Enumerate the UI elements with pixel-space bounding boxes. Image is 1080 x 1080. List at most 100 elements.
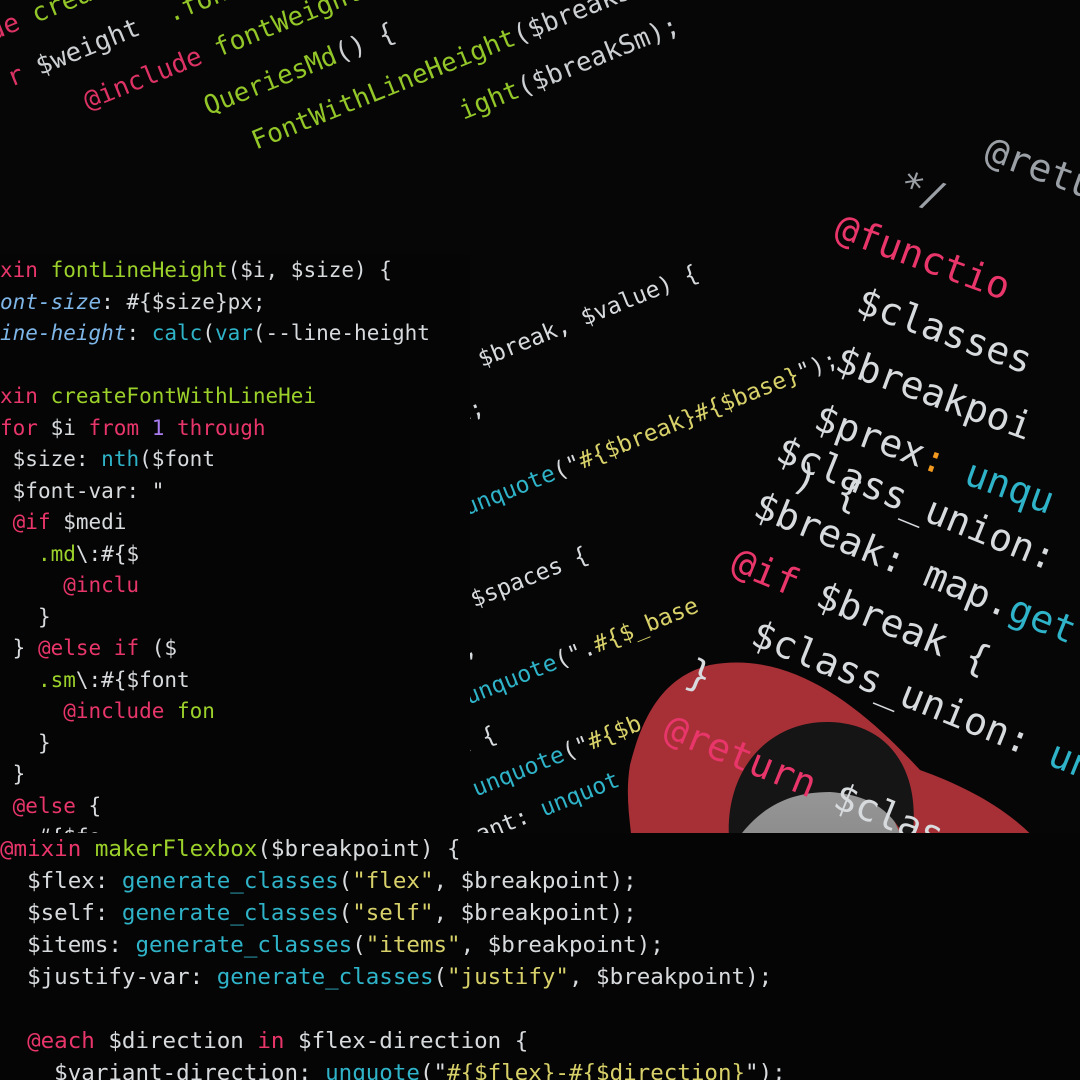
code-token: (: [433, 964, 448, 990]
code-token: nth: [101, 447, 140, 471]
code-token: @if: [12, 510, 64, 534]
code-token: from: [88, 415, 152, 440]
code-token: calc: [151, 321, 203, 345]
code-token: $flex-direction {: [298, 1028, 529, 1054]
code-line: @include fon: [0, 696, 470, 728]
code-token: (--line-height: [252, 321, 430, 345]
code-token: "justify": [447, 964, 569, 990]
code-token: "flex": [352, 868, 434, 894]
code-token: generate_classes: [121, 900, 339, 926]
code-line: @if $medi: [0, 507, 470, 539]
code-token: }: [37, 604, 51, 629]
code-token: fontLineHeight: [50, 258, 228, 282]
code-token: fon: [177, 699, 215, 723]
code-line: $font-var: ": [0, 476, 470, 508]
code-token: .sm: [37, 667, 76, 692]
code-token: for: [0, 415, 51, 440]
code-token: , $breakpoint);: [433, 868, 637, 894]
code-token: @include: [63, 699, 178, 723]
code-token: }: [12, 636, 38, 660]
code-line: }: [0, 759, 470, 791]
code-token: #{$size}px;: [126, 289, 266, 314]
code-token: $items:: [0, 932, 136, 958]
code-token: ($i, $size) {: [227, 258, 392, 282]
code-line: $variant-direction: unquote("#{$flex}-#{…: [0, 1057, 1080, 1080]
code-line: @else {: [0, 791, 470, 823]
code-token: (: [202, 321, 215, 345]
code-token: generate_classes: [216, 964, 434, 990]
code-line: xin fontLineHeight($i, $size) {: [0, 255, 470, 287]
code-token: $self:: [0, 900, 122, 926]
code-token: @each: [27, 1028, 109, 1054]
code-line: }: [0, 728, 470, 760]
code-token: generate_classes: [121, 868, 339, 894]
code-line: $flex: generate_classes("flex", $breakpo…: [0, 865, 1080, 897]
code-token: createFontWithLineHei: [50, 384, 317, 408]
code-token: , $breakpoint);: [460, 932, 664, 958]
code-token: $font-var: ": [12, 478, 165, 503]
code-line: $items: generate_classes("items", $break…: [0, 929, 1080, 961]
code-token: ight: [454, 75, 525, 127]
code-snippet-font-line-height: xin fontLineHeight($i, $size) {ont-size:…: [0, 255, 470, 835]
code-line: @mixin makerFlexbox($breakpoint) {: [0, 833, 1080, 865]
code-token: @else: [12, 793, 89, 818]
code-snippet-maker-flexbox: @mixin makerFlexbox($breakpoint) { $flex…: [0, 833, 1080, 1080]
code-token: }: [12, 762, 26, 786]
code-token: (: [352, 932, 366, 958]
code-token: 1: [151, 415, 178, 440]
code-token: xin: [0, 258, 51, 282]
code-token: @inclu: [63, 573, 140, 597]
code-token: @mixin: [0, 836, 95, 862]
code-token: ont-size: [0, 289, 102, 314]
code-token: ($: [151, 636, 178, 660]
code-token: $medi: [63, 510, 127, 534]
code-token: ine-height: [0, 321, 127, 345]
code-token: ");: [745, 1060, 786, 1080]
code-token: #{$flex}-#{$direction}: [447, 1060, 746, 1080]
code-token: generate_classes: [135, 932, 353, 958]
code-token: "items": [365, 932, 461, 958]
code-line: ont-size: #{$size}px;: [0, 287, 470, 319]
code-token: in: [257, 1028, 299, 1054]
code-line: $justify-var: generate_classes("justify"…: [0, 961, 1080, 993]
code-token: ($breakpoint) {: [257, 836, 461, 862]
code-token: \:#{$font: [75, 667, 190, 692]
code-line: } @else if ($: [0, 633, 470, 665]
code-token: var: [214, 321, 253, 345]
code-token: ($font: [139, 447, 215, 471]
code-token: (": [419, 1060, 448, 1080]
code-token: (: [338, 868, 353, 894]
code-line: $self: generate_classes("self", $breakpo…: [0, 897, 1080, 929]
code-token: :: [101, 289, 127, 314]
code-token: $justify-var:: [0, 964, 217, 990]
code-line: .sm\:#{$font: [0, 665, 470, 697]
code-token: $size:: [12, 447, 102, 471]
code-collage: de create $weight from 4 thr $weight .fo…: [0, 0, 1080, 1080]
code-token: \:#{$: [75, 541, 140, 566]
code-token: ");: [793, 346, 842, 387]
code-token: @else if: [37, 636, 152, 660]
code-line: @inclu: [0, 570, 470, 602]
code-line: .md\:#{$: [0, 539, 470, 571]
code-token: }: [37, 730, 51, 755]
code-token: (: [338, 900, 353, 926]
code-token: :: [126, 321, 152, 345]
code-token: .md: [37, 541, 76, 566]
code-line: [0, 993, 1080, 1025]
code-line: for $i from 1 through: [0, 413, 470, 445]
